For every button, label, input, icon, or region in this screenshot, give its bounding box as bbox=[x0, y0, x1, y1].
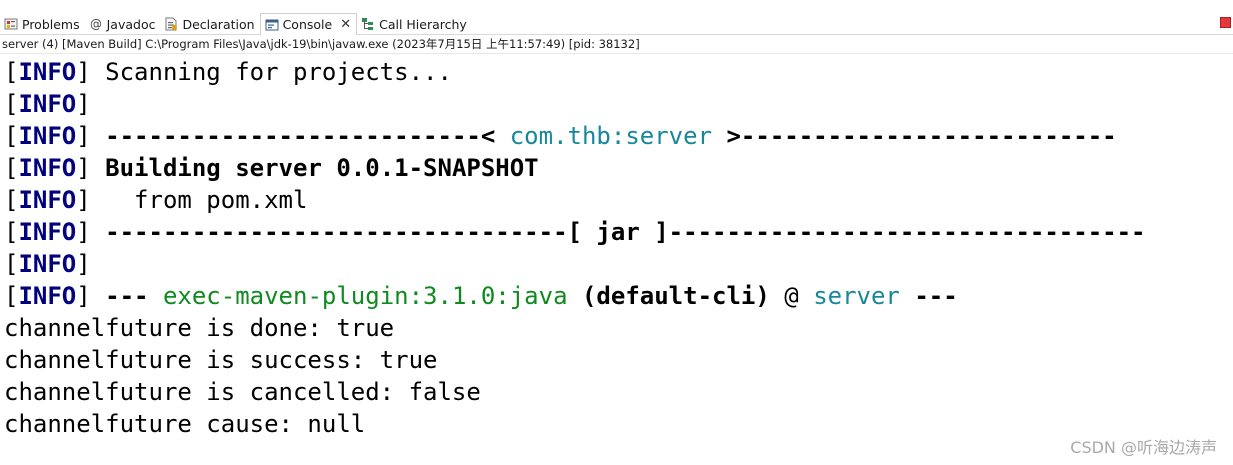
watermark: CSDN @听海边涛声 bbox=[1070, 438, 1217, 457]
log-level: INFO bbox=[18, 250, 77, 278]
console-text: [ bbox=[4, 282, 19, 310]
declaration-icon bbox=[164, 17, 178, 31]
log-level: INFO bbox=[18, 282, 77, 310]
console-text: --------------------------------[ jar ]-… bbox=[105, 218, 1146, 246]
tab-console[interactable]: Console ✕ bbox=[259, 13, 358, 35]
console-text: [ bbox=[4, 218, 19, 246]
console-text: exec-maven-plugin:3.1.0:java bbox=[162, 282, 568, 310]
svg-text:@: @ bbox=[90, 17, 102, 31]
problems-icon bbox=[4, 17, 18, 31]
view-tab-bar: Problems @ Javadoc Declaration Console ✕… bbox=[0, 0, 1233, 35]
console-text: ] from pom.xml bbox=[76, 186, 308, 214]
console-text: ] bbox=[76, 154, 106, 182]
console-text: --------------------------< bbox=[105, 122, 510, 150]
console-text: channelfuture is cancelled: false bbox=[4, 378, 481, 406]
tab-problems-label: Problems bbox=[22, 16, 80, 32]
tab-list: Problems @ Javadoc Declaration Console ✕… bbox=[0, 13, 472, 35]
terminate-button[interactable] bbox=[1220, 17, 1231, 28]
tab-call-hierarchy-label: Call Hierarchy bbox=[379, 16, 467, 32]
console-text: [ bbox=[4, 90, 19, 118]
console-text: channelfuture is success: true bbox=[4, 346, 438, 374]
console-text: channelfuture cause: null bbox=[4, 410, 366, 438]
close-icon[interactable]: ✕ bbox=[340, 18, 351, 31]
console-line: [INFO] bbox=[4, 88, 1146, 120]
console-line: channelfuture cause: null bbox=[4, 408, 1146, 440]
console-output[interactable]: [INFO] Scanning for projects... [INFO] [IN… bbox=[4, 56, 1146, 440]
console-line: [INFO] --- exec-maven-plugin:3.1.0:java … bbox=[4, 280, 1146, 312]
console-line: channelfuture is success: true bbox=[4, 344, 1146, 376]
console-text: @ bbox=[769, 282, 814, 310]
console-line: [INFO] --------------------------< com.t… bbox=[4, 120, 1146, 152]
console-text: --- bbox=[899, 282, 958, 310]
console-line: [INFO] Building server 0.0.1-SNAPSHOT bbox=[4, 152, 1146, 184]
console-line: channelfuture is done: true bbox=[4, 312, 1146, 344]
console-text: [ bbox=[4, 186, 19, 214]
launch-description: server (4) [Maven Build] C:\Program File… bbox=[2, 37, 640, 51]
console-icon bbox=[265, 18, 279, 32]
divider bbox=[0, 53, 1233, 54]
console-text: [ bbox=[4, 154, 19, 182]
console-text: [ bbox=[4, 250, 19, 278]
tab-declaration[interactable]: Declaration bbox=[160, 13, 259, 35]
console-text: channelfuture is done: true bbox=[4, 314, 395, 342]
tab-problems[interactable]: Problems bbox=[0, 13, 85, 35]
tab-declaration-label: Declaration bbox=[182, 16, 255, 32]
console-line: [INFO] Scanning for projects... bbox=[4, 56, 1146, 88]
console-text: ] Scanning for projects... bbox=[76, 58, 452, 86]
console-text: server bbox=[813, 282, 900, 310]
at-icon: @ bbox=[89, 17, 103, 31]
console-line: [INFO] --------------------------------[… bbox=[4, 216, 1146, 248]
tab-call-hierarchy[interactable]: Call Hierarchy bbox=[357, 13, 472, 35]
console-text: ] bbox=[76, 122, 106, 150]
log-level: INFO bbox=[18, 122, 77, 150]
console-line: [INFO] bbox=[4, 248, 1146, 280]
log-level: INFO bbox=[18, 218, 77, 246]
console-line: [INFO] from pom.xml bbox=[4, 184, 1146, 216]
console-text: [ bbox=[4, 122, 19, 150]
console-text: com.thb:server bbox=[509, 122, 713, 150]
console-line: channelfuture is cancelled: false bbox=[4, 376, 1146, 408]
console-text: Building server 0.0.1-SNAPSHOT bbox=[105, 154, 539, 182]
log-level: INFO bbox=[18, 154, 77, 182]
log-level: INFO bbox=[18, 186, 77, 214]
console-text: ] bbox=[76, 90, 91, 118]
console-text: ] bbox=[76, 282, 106, 310]
console-text: --- bbox=[105, 282, 163, 310]
console-text: (default-cli) bbox=[567, 282, 770, 310]
console-text: ] bbox=[76, 218, 106, 246]
tab-javadoc[interactable]: @ Javadoc bbox=[85, 13, 161, 35]
console-text: [ bbox=[4, 58, 19, 86]
tab-javadoc-label: Javadoc bbox=[106, 16, 156, 32]
console-text: ] bbox=[76, 250, 91, 278]
console-text: >-------------------------- bbox=[712, 122, 1117, 150]
log-level: INFO bbox=[18, 58, 77, 86]
call-hierarchy-icon bbox=[361, 17, 375, 31]
log-level: INFO bbox=[18, 90, 77, 118]
tab-console-label: Console bbox=[282, 17, 333, 32]
